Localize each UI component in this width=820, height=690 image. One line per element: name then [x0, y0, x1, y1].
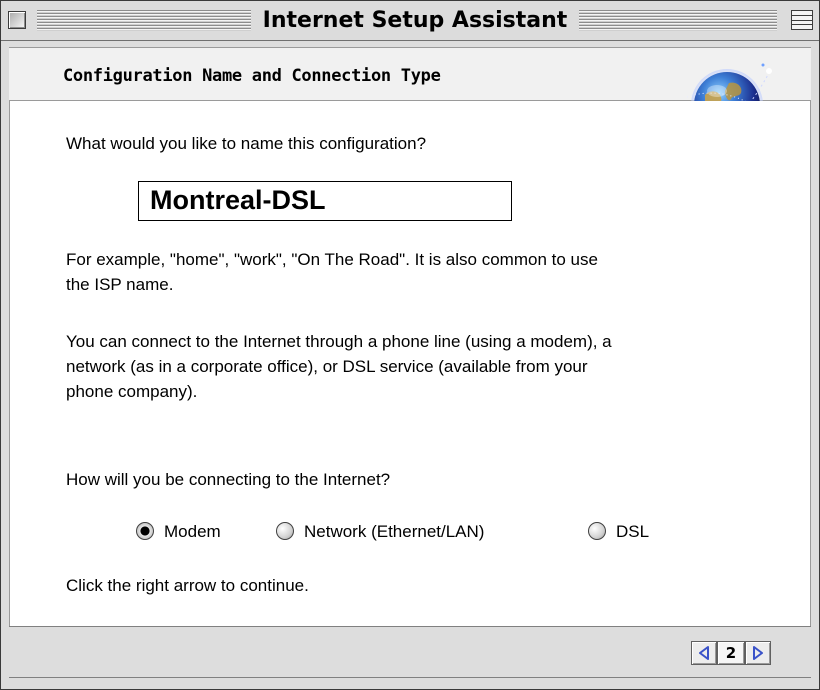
- navigation-footer: 2: [9, 626, 811, 678]
- radio-network-indicator[interactable]: [276, 522, 294, 540]
- configuration-name-input[interactable]: Montreal-DSL: [138, 181, 512, 221]
- radio-dsl-indicator[interactable]: [588, 522, 606, 540]
- radio-modem-label[interactable]: Modem: [164, 519, 221, 545]
- connection-info-line2: network (as in a corporate office), or D…: [66, 357, 588, 376]
- previous-page-button[interactable]: [691, 641, 717, 665]
- close-box[interactable]: [8, 11, 26, 29]
- title-bar-stripes-left: [37, 10, 251, 31]
- section-title: Configuration Name and Connection Type: [63, 66, 441, 86]
- title-bar[interactable]: Internet Setup Assistant: [1, 1, 819, 41]
- content-panel: What would you like to name this configu…: [9, 101, 811, 626]
- next-page-button[interactable]: [745, 641, 771, 665]
- continue-hint: Click the right arrow to continue.: [66, 576, 309, 595]
- right-arrow-icon: [753, 646, 763, 660]
- name-prompt: What would you like to name this configu…: [66, 134, 427, 153]
- connection-info-line3: phone company).: [66, 382, 198, 401]
- example-text-line2: the ISP name.: [66, 275, 174, 294]
- radio-network-label[interactable]: Network (Ethernet/LAN): [304, 519, 484, 545]
- setup-assistant-window: Internet Setup Assistant Configuration N…: [0, 0, 820, 690]
- radio-dsl-label[interactable]: DSL: [616, 519, 649, 545]
- radio-modem-indicator[interactable]: [136, 522, 154, 540]
- page-number: 2: [717, 641, 745, 665]
- connection-info-line1: You can connect to the Internet through …: [66, 332, 612, 351]
- connection-question: How will you be connecting to the Intern…: [66, 470, 391, 489]
- window-title: Internet Setup Assistant: [262, 8, 568, 33]
- left-arrow-icon: [699, 646, 709, 660]
- collapse-box[interactable]: [791, 10, 813, 30]
- title-bar-stripes-right: [579, 10, 777, 31]
- example-text-line1: For example, "home", "work", "On The Roa…: [66, 250, 598, 269]
